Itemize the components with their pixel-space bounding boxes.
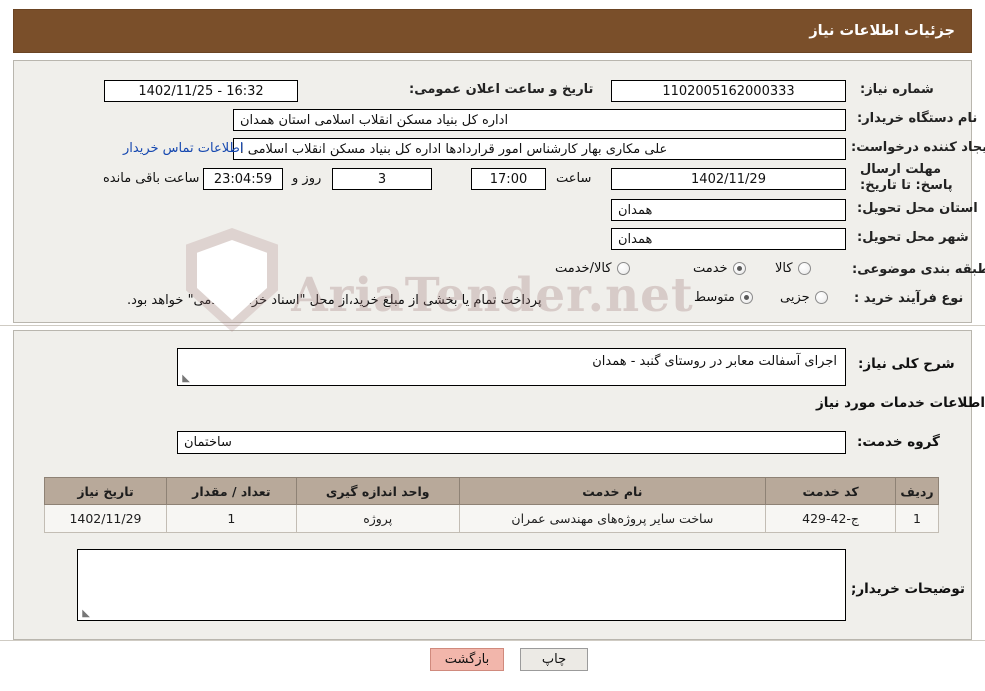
- service-group-label: گروه خدمت:: [857, 434, 940, 450]
- category-option-khedmat-label: خدمت: [693, 261, 728, 276]
- divider-top: [0, 325, 985, 326]
- delivery-province-label: استان محل تحویل:: [857, 201, 978, 216]
- buyer-org-value: اداره کل بنیاد مسکن انقلاب اسلامی استان …: [233, 109, 846, 131]
- summary-value: اجرای آسفالت معابر در روستای گنبد - همدا…: [592, 354, 837, 369]
- divider-bottom: [0, 640, 985, 641]
- resize-grip-icon[interactable]: ◣: [180, 374, 190, 384]
- need-number-label-wrap: شماره نیاز:: [860, 82, 934, 97]
- category-label-wrap: طبقه بندی موضوعی:: [852, 262, 985, 277]
- deadline-label-wrap: مهلت ارسال پاسخ: تا تاریخ:: [860, 162, 955, 194]
- table-row: 1 ج-42-429 ساخت سایر پروژه‌های مهندسی عم…: [44, 504, 939, 533]
- delivery-city-value: همدان: [611, 228, 846, 250]
- remaining-label: ساعت باقی مانده: [103, 171, 200, 186]
- need-number-value: 1102005162000333: [611, 80, 846, 102]
- th-date: تاریخ نیاز: [44, 477, 167, 505]
- cell-code: ج-42-429: [765, 504, 897, 533]
- cell-date: 1402/11/29: [44, 504, 167, 533]
- category-option-kala-khedmat-label: کالا/خدمت: [555, 261, 612, 276]
- days-label: روز و: [292, 171, 322, 186]
- page-root: AriaTender.net جزئیات اطلاعات نیاز شماره…: [0, 0, 985, 691]
- back-button[interactable]: بازگشت: [430, 648, 504, 671]
- deadline-hour-value: 17:00: [471, 168, 546, 190]
- radio-kala-khedmat-icon[interactable]: [616, 262, 630, 275]
- service-group-value: ساختمان: [177, 431, 846, 454]
- th-row: ردیف: [895, 477, 939, 505]
- cell-qty: 1: [165, 504, 297, 533]
- radio-kala-icon[interactable]: [797, 262, 811, 275]
- deadline-hour-label: ساعت: [556, 171, 592, 186]
- cell-unit: پروژه: [295, 504, 460, 533]
- countdown-value: 23:04:59: [203, 168, 283, 190]
- radio-khedmat-icon[interactable]: [732, 262, 746, 275]
- purchase-type-label: نوع فرآیند خرید :: [854, 291, 964, 306]
- city-label-wrap: شهر محل تحویل:: [857, 230, 969, 245]
- buyer-org-label: نام دستگاه خریدار:: [857, 111, 978, 126]
- th-unit: واحد اندازه گیری: [295, 477, 460, 505]
- remaining-days-value: 3: [332, 168, 432, 190]
- purchase-type-label-wrap: نوع فرآیند خرید :: [854, 291, 963, 306]
- purchase-type-option-motavaset[interactable]: متوسط: [694, 290, 753, 305]
- radio-jozei-icon[interactable]: [814, 291, 828, 304]
- th-name: نام خدمت: [458, 477, 767, 505]
- summary-textarea[interactable]: اجرای آسفالت معابر در روستای گنبد - همدا…: [177, 348, 846, 386]
- announce-datetime-value: 16:32 - 1402/11/25: [104, 80, 298, 102]
- category-option-kala-khedmat[interactable]: کالا/خدمت: [555, 261, 630, 276]
- page-title: جزئیات اطلاعات نیاز: [809, 23, 955, 39]
- summary-label: شرح کلی نیاز:: [858, 356, 955, 372]
- announce-datetime-label: تاریخ و ساعت اعلان عمومی:: [409, 82, 594, 97]
- delivery-province-value: همدان: [611, 199, 846, 221]
- need-number-label: شماره نیاز:: [860, 82, 934, 97]
- services-table: ردیف کد خدمت نام خدمت واحد اندازه گیری ت…: [44, 477, 939, 533]
- page-header: جزئیات اطلاعات نیاز: [13, 9, 972, 53]
- requester-label: ایجاد کننده درخواست:: [851, 140, 985, 155]
- th-code: کد خدمت: [765, 477, 897, 505]
- table-header-row: ردیف کد خدمت نام خدمت واحد اندازه گیری ت…: [44, 477, 939, 505]
- category-option-kala[interactable]: کالا: [775, 261, 811, 276]
- deadline-date-value: 1402/11/29: [611, 168, 846, 190]
- radio-motavaset-icon[interactable]: [739, 291, 753, 304]
- buyer-notes-label: توضیحات خریدار;: [851, 581, 965, 597]
- category-option-khedmat[interactable]: خدمت: [693, 261, 746, 276]
- province-label-wrap: استان محل تحویل:: [857, 201, 978, 216]
- purchase-type-option-jozei-label: جزیی: [780, 290, 810, 305]
- print-button[interactable]: چاپ: [520, 648, 588, 671]
- delivery-city-label: شهر محل تحویل:: [857, 230, 969, 245]
- announce-datetime-label-wrap: تاریخ و ساعت اعلان عمومی:: [409, 82, 593, 97]
- buyer-org-label-wrap: نام دستگاه خریدار:: [857, 111, 977, 126]
- deadline-label: مهلت ارسال پاسخ: تا تاریخ:: [860, 162, 953, 193]
- services-heading: اطلاعات خدمات مورد نیاز: [816, 395, 985, 411]
- resize-grip-icon-notes[interactable]: ◣: [80, 609, 90, 619]
- buyer-notes-textarea[interactable]: ◣: [77, 549, 846, 621]
- purchase-type-option-jozei[interactable]: جزیی: [780, 290, 828, 305]
- requester-value: علی مکاری بهار کارشناس امور قراردادها اد…: [233, 138, 846, 160]
- category-label: طبقه بندی موضوعی:: [852, 262, 985, 277]
- category-option-kala-label: کالا: [775, 261, 793, 276]
- cell-row: 1: [895, 504, 939, 533]
- purchase-note: پرداخت تمام یا بخشی از مبلغ خرید،از محل …: [127, 293, 542, 308]
- buyer-contact-link[interactable]: اطلاعات تماس خریدار: [123, 141, 243, 156]
- requester-label-wrap: ایجاد کننده درخواست:: [851, 140, 985, 155]
- purchase-type-option-motavaset-label: متوسط: [694, 290, 735, 305]
- cell-name: ساخت سایر پروژه‌های مهندسی عمران: [458, 504, 767, 533]
- th-qty: تعداد / مقدار: [165, 477, 297, 505]
